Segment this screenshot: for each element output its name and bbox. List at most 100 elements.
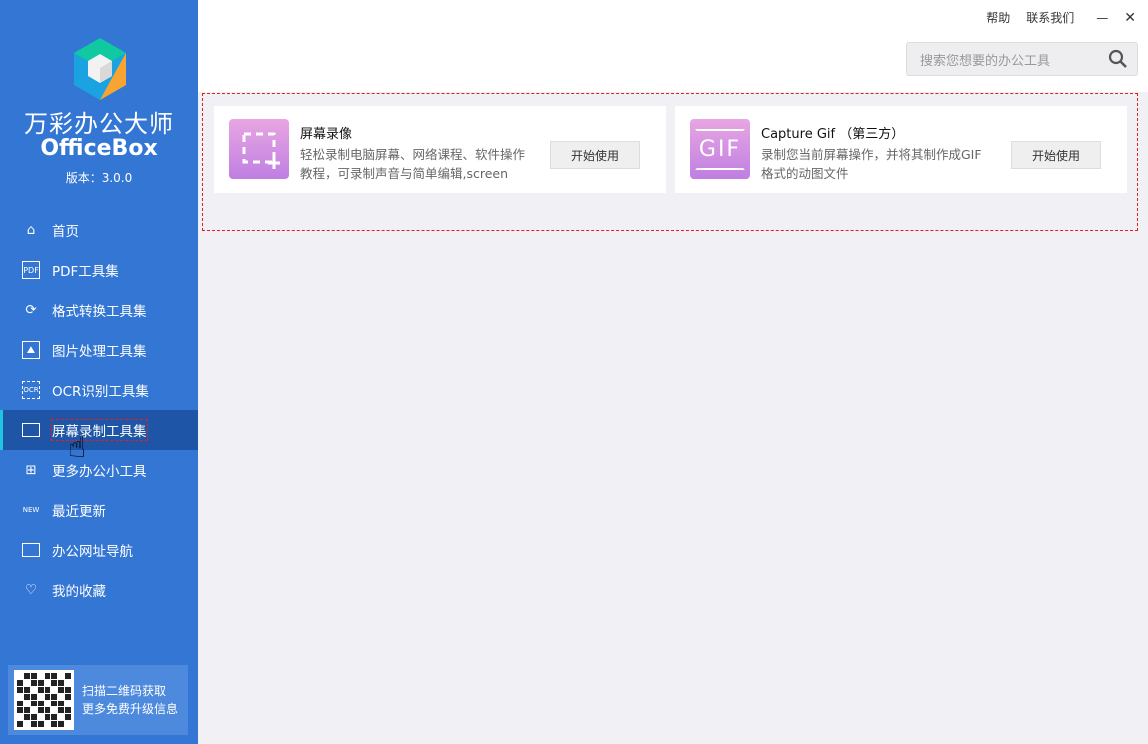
qr-cell <box>65 721 71 727</box>
qr-cell <box>17 714 23 721</box>
qr-cell <box>65 673 71 679</box>
qr-cell <box>58 673 65 679</box>
close-icon[interactable]: ✕ <box>1124 10 1136 26</box>
qr-cell <box>65 714 71 721</box>
qr-cell <box>23 714 30 721</box>
qr-cell <box>44 714 51 721</box>
start-button[interactable]: 开始使用 <box>1011 141 1101 169</box>
qr-cell <box>51 714 58 721</box>
qr-cell <box>37 714 44 721</box>
help-link[interactable]: 帮助 <box>986 9 1010 26</box>
sidebar-item-more-tools[interactable]: ⊞ 更多办公小工具 <box>0 450 198 490</box>
qr-cell <box>17 693 23 700</box>
qr-cell <box>17 721 23 727</box>
qr-cell <box>58 679 65 686</box>
sidebar-item-label: 屏幕录制工具集 <box>51 419 148 441</box>
officebox-logo-icon <box>74 38 126 100</box>
sidebar-item-nav-links[interactable]: 办公网址导航 <box>0 530 198 570</box>
qr-cell <box>51 673 58 679</box>
tool-desc: 轻松录制电脑屏幕、网络课程、软件操作教程，可录制声音与简单编辑,screen <box>300 147 526 181</box>
qr-cell <box>17 673 23 679</box>
image-icon: ⛰ <box>22 341 40 359</box>
qr-cell <box>23 693 30 700</box>
sidebar-item-label: 最近更新 <box>52 504 106 520</box>
search-icon[interactable] <box>1107 48 1129 70</box>
hand-cursor-icon: ☝ <box>68 430 87 465</box>
qr-cell <box>44 721 51 727</box>
qr-cell <box>65 679 71 686</box>
sidebar-item-screen-record[interactable]: 屏幕录制工具集 <box>0 410 198 450</box>
qr-cell <box>44 700 51 707</box>
qr-cell <box>51 686 58 693</box>
app-version: 版本：3.0.0 <box>65 171 133 185</box>
sidebar-item-image[interactable]: ⛰ 图片处理工具集 <box>0 330 198 370</box>
search-input[interactable]: 搜索您想要的办公工具 <box>906 42 1138 76</box>
qr-code-icon <box>14 670 74 730</box>
tool-title: Capture Gif （第三方） <box>761 127 905 142</box>
sidebar-item-convert[interactable]: ⟳ 格式转换工具集 <box>0 290 198 330</box>
qr-cell <box>37 700 44 707</box>
sidebar: 万彩办公大师 OfficeBox 版本：3.0.0 ⌂ 首页 PDF PDF工具集 … <box>0 0 198 744</box>
qr-cell <box>58 700 65 707</box>
qr-cell <box>37 686 44 693</box>
start-button[interactable]: 开始使用 <box>550 141 640 169</box>
qr-cell <box>44 686 51 693</box>
qr-cell <box>30 693 37 700</box>
qr-cell <box>30 673 37 679</box>
apps-icon: ⊞ <box>25 462 37 478</box>
qr-cell <box>58 707 65 714</box>
ocr-icon: OCR <box>22 381 40 399</box>
sidebar-item-label: 我的收藏 <box>52 584 106 600</box>
qr-cell <box>44 679 51 686</box>
qr-cell <box>58 686 65 693</box>
sidebar-item-label: PDF工具集 <box>52 264 119 280</box>
qr-cell <box>51 679 58 686</box>
qr-cell <box>23 679 30 686</box>
minimize-icon[interactable]: — <box>1096 11 1108 25</box>
qr-cell <box>23 686 30 693</box>
qr-cell <box>30 714 37 721</box>
tool-list: 屏幕录像 轻松录制电脑屏幕、网络课程、软件操作教程，可录制声音与简单编辑,scr… <box>202 93 1138 231</box>
new-icon: NEW <box>22 506 40 514</box>
qr-cell <box>23 673 30 679</box>
sidebar-item-label: OCR识别工具集 <box>52 384 149 400</box>
sidebar-item-ocr[interactable]: OCR OCR识别工具集 <box>0 370 198 410</box>
qr-cell <box>51 707 58 714</box>
qr-cell <box>23 700 30 707</box>
qr-cell <box>51 700 58 707</box>
browser-icon <box>22 543 40 557</box>
sidebar-item-recent[interactable]: NEW 最近更新 <box>0 490 198 530</box>
contact-link[interactable]: 联系我们 <box>1026 9 1074 26</box>
sidebar-item-home[interactable]: ⌂ 首页 <box>0 210 198 250</box>
qr-cell <box>65 693 71 700</box>
qr-cell <box>65 707 71 714</box>
qr-cell <box>37 721 44 727</box>
qr-text-line: 更多免费升级信息 <box>82 702 179 716</box>
qr-cell <box>30 679 37 686</box>
tool-desc: 录制您当前屏幕操作，并将其制作成GIF格式的动图文件 <box>761 147 982 181</box>
convert-icon: ⟳ <box>25 302 37 318</box>
qr-promo: 扫描二维码获取 更多免费升级信息 <box>8 665 188 735</box>
sidebar-item-pdf[interactable]: PDF PDF工具集 <box>0 250 198 290</box>
qr-text-line: 扫描二维码获取 <box>82 684 167 698</box>
qr-cell <box>37 679 44 686</box>
qr-cell <box>17 686 23 693</box>
sidebar-item-label: 办公网址导航 <box>52 544 133 560</box>
monitor-icon <box>22 423 40 437</box>
tool-title: 屏幕录像 <box>300 127 353 142</box>
qr-cell <box>23 707 30 714</box>
qr-cell <box>30 686 37 693</box>
sidebar-item-label: 首页 <box>52 224 79 240</box>
qr-cell <box>30 707 37 714</box>
search-placeholder: 搜索您想要的办公工具 <box>920 53 1051 69</box>
qr-cell <box>44 707 51 714</box>
pdf-icon: PDF <box>22 261 40 279</box>
heart-icon: ♡ <box>24 582 38 598</box>
qr-cell <box>51 693 58 700</box>
qr-cell <box>30 721 37 727</box>
home-icon: ⌂ <box>26 222 36 238</box>
sidebar-item-label: 更多办公小工具 <box>52 464 147 480</box>
sidebar-nav: ⌂ 首页 PDF PDF工具集 ⟳ 格式转换工具集 ⛰ 图片处理工具集 OCR OCR识别… <box>0 210 198 610</box>
qr-cell <box>58 721 65 727</box>
sidebar-item-favorites[interactable]: ♡ 我的收藏 <box>0 570 198 610</box>
